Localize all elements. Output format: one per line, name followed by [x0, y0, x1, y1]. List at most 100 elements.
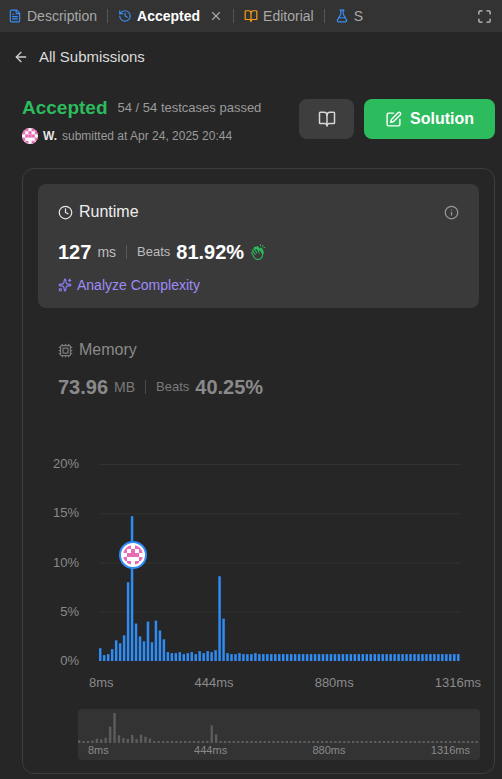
- back-link[interactable]: All Submissions: [0, 32, 502, 82]
- bar[interactable]: [262, 654, 264, 661]
- range-navigator[interactable]: 8ms444ms880ms1316ms: [78, 709, 480, 760]
- bar[interactable]: [246, 654, 248, 661]
- bar[interactable]: [234, 654, 236, 661]
- bar[interactable]: [330, 654, 332, 661]
- bar[interactable]: [370, 654, 372, 661]
- bar[interactable]: [397, 654, 399, 661]
- bar[interactable]: [334, 654, 336, 661]
- bar[interactable]: [103, 655, 105, 661]
- bar[interactable]: [326, 654, 328, 661]
- bar[interactable]: [226, 653, 228, 661]
- bar[interactable]: [421, 654, 423, 661]
- username[interactable]: W.: [43, 127, 57, 145]
- bar[interactable]: [377, 654, 379, 661]
- bar[interactable]: [179, 652, 181, 661]
- bar[interactable]: [107, 654, 109, 661]
- bar[interactable]: [190, 652, 192, 661]
- bar[interactable]: [310, 654, 312, 661]
- bar[interactable]: [278, 654, 280, 661]
- tab[interactable]: Accepted: [114, 6, 227, 27]
- bar[interactable]: [250, 654, 252, 661]
- bar[interactable]: [381, 654, 383, 661]
- bar[interactable]: [302, 654, 304, 661]
- bar[interactable]: [151, 642, 153, 661]
- info-icon[interactable]: [444, 205, 459, 220]
- bar[interactable]: [314, 654, 316, 661]
- bar[interactable]: [338, 654, 340, 661]
- bar[interactable]: [135, 624, 137, 661]
- analyze-complexity-link[interactable]: Analyze Complexity: [58, 275, 459, 295]
- bar[interactable]: [318, 654, 320, 661]
- metric-card[interactable]: Memory73.96MBBeats40.25%: [38, 340, 479, 400]
- bar[interactable]: [266, 654, 268, 661]
- bar[interactable]: [290, 654, 292, 661]
- bar[interactable]: [429, 654, 431, 661]
- bar[interactable]: [425, 654, 427, 661]
- bar[interactable]: [127, 582, 129, 661]
- bar[interactable]: [445, 654, 447, 661]
- bar[interactable]: [270, 654, 272, 661]
- bar[interactable]: [198, 651, 200, 661]
- bar[interactable]: [457, 654, 459, 661]
- bar[interactable]: [222, 619, 224, 661]
- bar[interactable]: [354, 654, 356, 661]
- bar[interactable]: [230, 654, 232, 661]
- metric-card[interactable]: Runtime127msBeats81.92%Analyze Complexit…: [38, 184, 479, 308]
- bar[interactable]: [254, 653, 256, 661]
- bar[interactable]: [210, 652, 212, 661]
- bar[interactable]: [453, 654, 455, 661]
- bar[interactable]: [362, 654, 364, 661]
- bar[interactable]: [238, 653, 240, 661]
- bar[interactable]: [437, 654, 439, 661]
- bar[interactable]: [346, 654, 348, 661]
- bar[interactable]: [401, 654, 403, 661]
- bar[interactable]: [163, 639, 165, 661]
- bar[interactable]: [405, 654, 407, 661]
- bar[interactable]: [202, 653, 204, 661]
- bar[interactable]: [119, 643, 121, 661]
- bar[interactable]: [159, 630, 161, 661]
- bar[interactable]: [389, 654, 391, 661]
- bar[interactable]: [294, 654, 296, 661]
- bar[interactable]: [131, 516, 133, 661]
- bar[interactable]: [123, 635, 125, 661]
- bar[interactable]: [218, 576, 220, 661]
- bar[interactable]: [258, 654, 260, 661]
- bar[interactable]: [298, 654, 300, 661]
- close-icon[interactable]: [209, 9, 223, 23]
- bar[interactable]: [111, 649, 113, 661]
- bar[interactable]: [99, 648, 101, 661]
- bar[interactable]: [115, 640, 117, 661]
- bar[interactable]: [194, 654, 196, 661]
- bar[interactable]: [413, 654, 415, 661]
- bar[interactable]: [433, 654, 435, 661]
- bar[interactable]: [175, 653, 177, 661]
- bar[interactable]: [409, 654, 411, 661]
- bar[interactable]: [139, 636, 141, 661]
- bar[interactable]: [366, 654, 368, 661]
- tab[interactable]: Description: [4, 6, 101, 27]
- bar[interactable]: [155, 621, 157, 661]
- solution-button[interactable]: Solution: [364, 99, 495, 139]
- bar[interactable]: [373, 654, 375, 661]
- bar[interactable]: [171, 653, 173, 661]
- bar[interactable]: [342, 654, 344, 661]
- bar[interactable]: [385, 654, 387, 661]
- bar[interactable]: [187, 653, 189, 661]
- bar[interactable]: [286, 654, 288, 661]
- bar[interactable]: [441, 654, 443, 661]
- fullscreen-icon[interactable]: [477, 9, 492, 24]
- bar[interactable]: [143, 641, 145, 661]
- bar[interactable]: [393, 654, 395, 661]
- bar[interactable]: [322, 654, 324, 661]
- tab[interactable]: Editorial: [240, 6, 318, 27]
- bar[interactable]: [282, 654, 284, 661]
- bar[interactable]: [449, 654, 451, 661]
- notes-button[interactable]: [299, 99, 354, 139]
- bar[interactable]: [242, 654, 244, 661]
- bar[interactable]: [206, 651, 208, 661]
- tab[interactable]: S: [331, 6, 367, 27]
- bar[interactable]: [306, 654, 308, 661]
- bar[interactable]: [167, 652, 169, 661]
- bar[interactable]: [274, 654, 276, 661]
